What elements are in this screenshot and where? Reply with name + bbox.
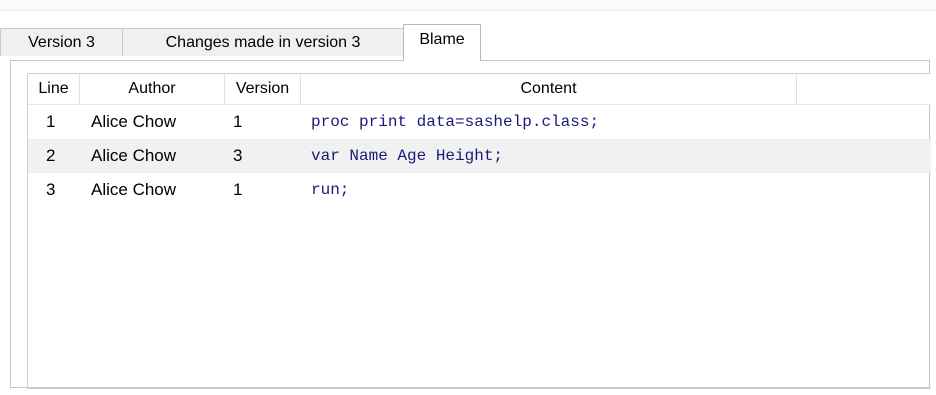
tab-blame[interactable]: Blame <box>403 24 481 61</box>
author-cell: Alice Chow <box>91 180 177 199</box>
table-row[interactable]: 2 Alice Chow 3 var Name Age Height; <box>28 139 931 173</box>
column-header-content[interactable]: Content <box>301 74 797 104</box>
version-cell: 3 <box>233 146 243 165</box>
content-cell: var Name Age Height; <box>311 147 504 165</box>
column-header-filler <box>797 74 932 104</box>
column-header-line[interactable]: Line <box>28 74 80 104</box>
tab-bar: Version 3 Changes made in version 3 Blam… <box>0 24 936 61</box>
tab-version-3[interactable]: Version 3 <box>0 28 123 56</box>
line-cell: 3 <box>46 180 56 199</box>
author-cell: Alice Chow <box>91 112 177 131</box>
table-row[interactable]: 1 Alice Chow 1 proc print data=sashelp.c… <box>28 105 931 139</box>
table-row[interactable]: 3 Alice Chow 1 run; <box>28 173 931 207</box>
line-cell: 1 <box>46 112 56 131</box>
column-header-version[interactable]: Version <box>225 74 301 104</box>
top-strip <box>0 0 936 11</box>
blame-grid: Line Author Version Content 1 Alice Chow… <box>27 73 931 389</box>
grid-header: Line Author Version Content <box>28 74 931 105</box>
line-cell: 2 <box>46 146 56 165</box>
column-header-author[interactable]: Author <box>80 74 225 104</box>
author-cell: Alice Chow <box>91 146 177 165</box>
version-cell: 1 <box>233 112 243 131</box>
content-cell: proc print data=sashelp.class; <box>311 113 600 131</box>
content-cell: run; <box>311 181 350 199</box>
tab-changes-made[interactable]: Changes made in version 3 <box>122 28 404 56</box>
blame-panel: Line Author Version Content 1 Alice Chow… <box>10 60 931 389</box>
version-cell: 1 <box>233 180 243 199</box>
